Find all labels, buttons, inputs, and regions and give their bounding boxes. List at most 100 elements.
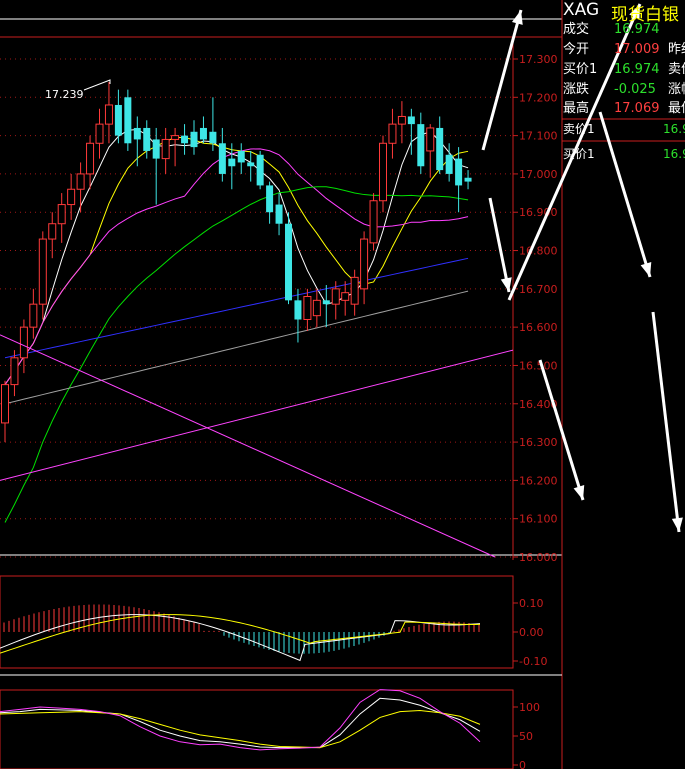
quote-label: 今开 — [563, 42, 590, 57]
quote-value: 17.069 — [614, 101, 660, 116]
candle-body-down — [190, 131, 198, 148]
moving-average-lines — [4, 128, 469, 523]
price-tick-label: 16.500 — [519, 359, 558, 372]
price-axis: 17.300 17.200 17.100 17.000 16.900 16.800 16.7… — [519, 53, 558, 564]
osc-d-line — [0, 709, 481, 749]
book-value: 16.9 — [663, 147, 685, 161]
macd-tick-label: -0.10 — [519, 655, 547, 668]
trendline-down — [0, 334, 496, 558]
candle-body-down — [294, 300, 302, 320]
quote-label: 涨跌 — [563, 82, 590, 97]
candle-body-up — [331, 288, 340, 305]
quote-value: -0.025 — [614, 82, 656, 97]
candle-body-down — [407, 116, 415, 125]
candle-body-up — [312, 299, 321, 317]
candle-body-up — [104, 104, 113, 125]
macd-dea-line — [0, 614, 481, 654]
candle-body-up — [38, 238, 47, 305]
candle-body-down — [143, 127, 151, 151]
quote-value: 16.974 — [614, 62, 660, 77]
candle-body-up — [86, 142, 95, 175]
candle-body-up — [388, 123, 397, 144]
price-tick-label: 16.000 — [519, 551, 558, 564]
candle-body-down — [275, 204, 283, 224]
macd-tick-label: 0.00 — [519, 626, 544, 639]
macd-tick-label: 0.10 — [519, 597, 544, 610]
price-tick-label: 17.000 — [519, 168, 558, 181]
candle-body-up — [426, 127, 435, 152]
candlesticks — [1, 81, 472, 443]
candle-body-down — [237, 150, 245, 163]
quote-label: 成交 — [563, 22, 590, 37]
quote-right-label: 涨幅 — [668, 82, 685, 97]
ma20-line — [4, 148, 469, 385]
candle-body-up — [1, 384, 9, 424]
candle-body-up — [369, 200, 378, 244]
price-tick-label: 16.800 — [519, 245, 558, 258]
price-tick-label: 16.600 — [519, 321, 558, 334]
candle-body-down — [455, 158, 463, 186]
quote-value: 17.009 — [614, 42, 660, 57]
candle-body-down — [266, 185, 274, 213]
candle-body-down — [199, 127, 207, 140]
price-tick-label: 16.100 — [519, 513, 558, 526]
candle-body-up — [76, 173, 85, 190]
symbol-code: XAG — [563, 0, 600, 20]
candle-body-up — [19, 326, 28, 359]
osc-tick-label: 0 — [519, 759, 526, 769]
candle-body-down — [464, 177, 472, 182]
price-tick-label: 17.200 — [519, 91, 558, 104]
osc-frame — [0, 689, 514, 769]
arrow-shaft — [481, 9, 523, 151]
candle-body-up — [29, 303, 38, 328]
peak-price-label: 17.239 — [45, 88, 84, 101]
candle-body-down — [417, 124, 425, 167]
osc-tick-label: 50 — [519, 730, 533, 743]
candle-body-up — [67, 188, 76, 206]
price-tick-label: 17.100 — [519, 130, 558, 143]
candle-body-down — [436, 127, 444, 171]
book-label: 卖价1 — [563, 122, 595, 136]
candle-body-down — [247, 162, 255, 167]
candle-body-down — [114, 104, 122, 136]
ma30-line — [4, 186, 469, 523]
candle-body-up — [171, 135, 180, 140]
candle-body-down — [209, 131, 217, 144]
candle-body-up — [57, 204, 66, 225]
price-tick-label: 17.300 — [519, 53, 558, 66]
quote-right-label: 卖价 — [668, 62, 685, 77]
candle-body-down — [181, 135, 189, 144]
candle-body-up — [360, 238, 369, 290]
candle-body-up — [303, 296, 312, 320]
ma5-line — [4, 128, 469, 385]
candle-body-up — [379, 142, 387, 202]
quote-label: 买价1 — [563, 62, 598, 77]
arrow-head — [511, 10, 523, 25]
price-tick-label: 16.700 — [519, 283, 558, 296]
quote-value: 16.974 — [614, 22, 660, 37]
candle-body-down — [285, 223, 292, 301]
peak-leader — [83, 79, 111, 91]
candle-body-down — [445, 154, 453, 174]
candle-body-down — [124, 97, 132, 144]
candle-body-down — [133, 127, 141, 140]
candle-body-down — [256, 154, 264, 186]
quote-panel: XAG 现货白银 成交16.974今开17.009昨结买价116.974卖价涨跌… — [562, 0, 685, 769]
candle-body-up — [397, 115, 406, 125]
candle-body-down — [228, 158, 236, 167]
quote-right-label: 昨结 — [668, 42, 685, 57]
candle-body-up — [95, 123, 104, 144]
macd-panel: 0.10 0.00 -0.10 — [0, 575, 547, 669]
candle-body-up — [48, 223, 57, 240]
candle-body-up — [161, 138, 170, 160]
price-tick-label: 16.200 — [519, 474, 558, 487]
candle-body-up — [350, 276, 359, 305]
macd-dif-line — [0, 614, 481, 662]
arrow-shaft — [488, 197, 511, 293]
candle-body-down — [218, 143, 226, 174]
price-tick-label: 16.300 — [519, 436, 558, 449]
candle-body-up — [10, 357, 19, 386]
book-label: 买价1 — [563, 147, 595, 161]
candle-body-down — [322, 300, 330, 305]
oscillator-panel: 100 50 0 — [0, 674, 562, 769]
